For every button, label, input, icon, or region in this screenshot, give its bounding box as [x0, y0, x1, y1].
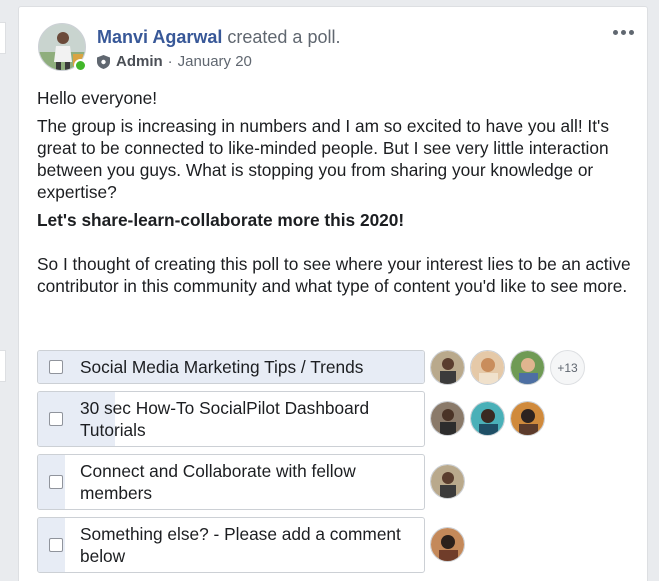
voter-avatar[interactable]	[510, 350, 545, 385]
voter-avatars	[430, 527, 465, 562]
voter-avatar[interactable]	[510, 401, 545, 436]
poll-option-label: Connect and Collaborate with fellow memb…	[80, 461, 356, 503]
voter-avatars	[430, 464, 465, 499]
poll-option-box[interactable]: Something else? - Please add a comment b…	[37, 517, 425, 573]
poll-option-checkbox[interactable]	[49, 475, 63, 489]
voter-avatar[interactable]	[430, 350, 465, 385]
left-column-edge	[0, 0, 8, 581]
more-horizontal-icon	[628, 29, 634, 35]
post-meta: Admin · January 20	[97, 52, 252, 72]
poll-post-card: Manvi Agarwal created a poll. Admin · Ja…	[18, 6, 648, 581]
poll-option-checkbox[interactable]	[49, 360, 63, 374]
poll-option-checkbox[interactable]	[49, 412, 63, 426]
left-column-card	[0, 350, 6, 382]
voter-avatars	[430, 401, 545, 436]
author-name-link[interactable]: Manvi Agarwal	[97, 27, 222, 47]
admin-badge: Admin	[116, 53, 163, 70]
poll-option-label: Social Media Marketing Tips / Trends	[80, 357, 364, 377]
poll-option-box[interactable]: Connect and Collaborate with fellow memb…	[37, 454, 425, 510]
poll-option-box[interactable]: 30 sec How-To SocialPilot Dashboard Tuto…	[37, 391, 425, 447]
voter-avatar[interactable]	[430, 401, 465, 436]
meta-separator: ·	[167, 53, 173, 70]
voter-avatar[interactable]	[430, 527, 465, 562]
author-avatar[interactable]	[38, 23, 87, 72]
poll-option: Social Media Marketing Tips / Trends +13	[37, 350, 637, 385]
post-action-text: created a poll.	[227, 27, 341, 47]
post-body: Hello everyone! The group is increasing …	[37, 87, 633, 303]
poll-option-label: 30 sec How-To SocialPilot Dashboard Tuto…	[80, 398, 370, 440]
voter-avatars: +13	[430, 350, 585, 385]
voter-avatar[interactable]	[430, 464, 465, 499]
more-options-button[interactable]	[610, 23, 636, 41]
voter-avatar[interactable]	[470, 350, 505, 385]
post-date-link[interactable]: January 20	[178, 52, 252, 72]
post-emphasis: Let's share-learn-collaborate more this …	[37, 210, 405, 230]
more-horizontal-icon	[620, 29, 626, 35]
post-header: Manvi Agarwal created a poll.	[97, 26, 340, 48]
more-horizontal-icon	[612, 29, 618, 35]
poll-option-label: Something else? - Please add a comment b…	[80, 524, 401, 566]
poll-options: Social Media Marketing Tips / Trends +13	[37, 350, 637, 580]
post-greeting: Hello everyone!	[37, 88, 158, 108]
poll-option: Connect and Collaborate with fellow memb…	[37, 454, 637, 510]
post-paragraph: So I thought of creating this poll to se…	[37, 254, 631, 296]
admin-shield-icon	[97, 55, 110, 69]
poll-option-checkbox[interactable]	[49, 538, 63, 552]
post-paragraph: The group is increasing in numbers and I…	[37, 116, 609, 202]
poll-option: Something else? - Please add a comment b…	[37, 517, 637, 573]
online-status-dot	[74, 59, 87, 72]
left-column-card	[0, 22, 6, 54]
poll-option: 30 sec How-To SocialPilot Dashboard Tuto…	[37, 391, 637, 447]
voter-avatar[interactable]	[470, 401, 505, 436]
poll-option-box[interactable]: Social Media Marketing Tips / Trends	[37, 350, 425, 384]
more-voters-count[interactable]: +13	[550, 350, 585, 385]
